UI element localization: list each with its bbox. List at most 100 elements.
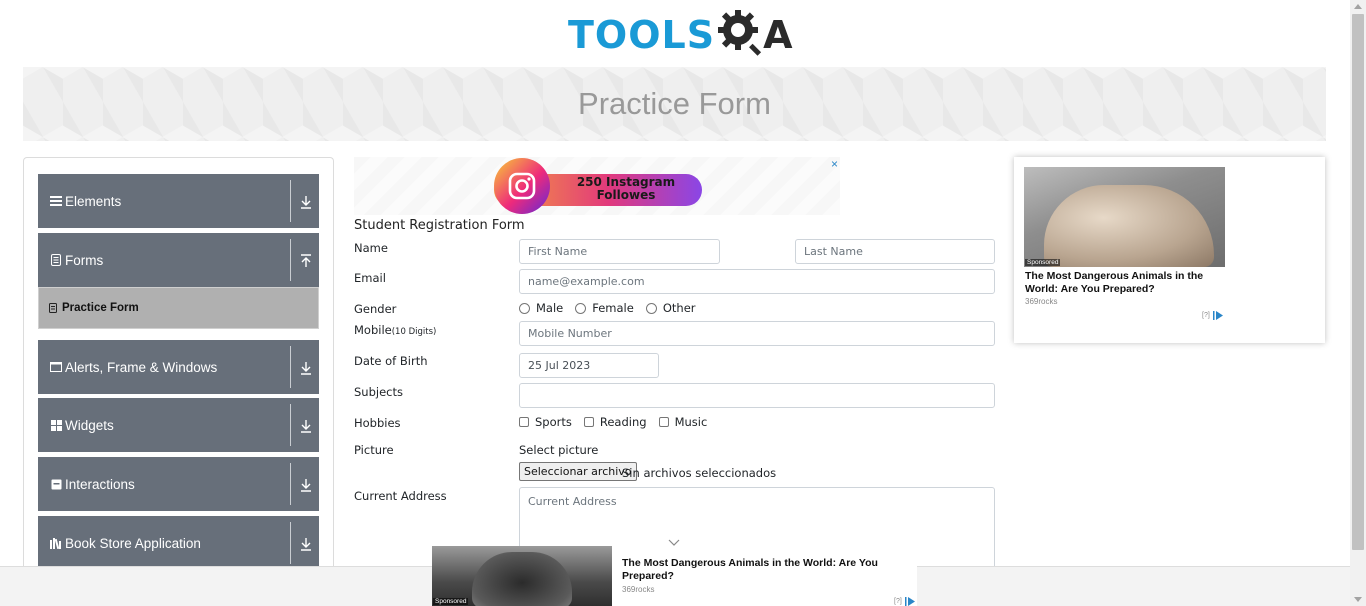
sidebar-group-label: Widgets bbox=[65, 417, 114, 433]
sidebar-item-label: Practice Form bbox=[62, 302, 139, 314]
sidebar-group-forms[interactable]: Forms bbox=[38, 233, 319, 287]
sidebar-item-practice-form[interactable]: Practice Form bbox=[38, 287, 319, 329]
subjects-input[interactable] bbox=[519, 383, 995, 408]
download-arrow-icon[interactable] bbox=[299, 418, 313, 434]
sidebar-group-book-store[interactable]: Book Store Application bbox=[38, 516, 319, 570]
instagram-icon bbox=[494, 158, 550, 214]
mobile-label: Mobile(10 Digits) bbox=[354, 323, 436, 337]
hobby-sports-option[interactable]: Sports bbox=[519, 415, 572, 429]
hamburger-icon bbox=[50, 196, 62, 206]
checkbox[interactable] bbox=[658, 417, 669, 427]
sidebar-group-interactions[interactable]: Interactions bbox=[38, 457, 319, 511]
close-icon[interactable]: × bbox=[831, 157, 838, 171]
mobile-label-text: Mobile bbox=[354, 323, 392, 337]
sidebar-group-alerts[interactable]: Alerts, Frame & Windows bbox=[38, 340, 319, 394]
divider bbox=[290, 239, 291, 281]
divider bbox=[290, 404, 291, 446]
last-name-input[interactable]: Last Name bbox=[795, 239, 995, 264]
checkbox-label: Reading bbox=[599, 415, 647, 429]
sidebar-group-label: Forms bbox=[65, 252, 104, 268]
sponsored-ad-right[interactable]: Sponsored The Most Dangerous Animals in … bbox=[1014, 157, 1325, 343]
email-label: Email bbox=[354, 271, 386, 285]
gender-other-option[interactable]: Other bbox=[645, 301, 696, 315]
sidebar-group-label: Interactions bbox=[65, 476, 135, 492]
page-banner: Practice Form bbox=[23, 67, 1326, 141]
sidebar: Elements Forms Practice Form Alerts, Fra… bbox=[23, 157, 334, 577]
subjects-label: Subjects bbox=[354, 385, 403, 399]
checkbox[interactable] bbox=[519, 417, 529, 427]
gender-female-option[interactable]: Female bbox=[575, 301, 634, 315]
download-arrow-icon[interactable] bbox=[299, 536, 313, 552]
radio-button[interactable] bbox=[645, 302, 657, 314]
checkbox-label: Sports bbox=[535, 415, 572, 429]
hobby-options: Sports Reading Music bbox=[519, 415, 719, 429]
mobile-hint: (10 Digits) bbox=[391, 327, 437, 337]
sidebar-group-widgets[interactable]: Widgets bbox=[38, 398, 319, 452]
download-arrow-icon[interactable] bbox=[299, 360, 313, 376]
sponsored-tag: Sponsored bbox=[1025, 259, 1061, 266]
checkbox[interactable] bbox=[583, 417, 594, 427]
ad-image: Sponsored bbox=[432, 546, 612, 606]
adchoices[interactable]: [?] bbox=[894, 597, 915, 606]
radio-label: Female bbox=[592, 301, 634, 315]
scroll-down-arrow-icon[interactable] bbox=[1354, 597, 1362, 602]
sidebar-group-label: Alerts, Frame & Windows bbox=[65, 359, 218, 375]
adchoices[interactable]: [?] bbox=[1202, 311, 1223, 320]
download-arrow-icon[interactable] bbox=[299, 194, 313, 210]
divider bbox=[290, 180, 291, 222]
document-icon bbox=[49, 303, 57, 313]
toolsqa-logo[interactable]: TOOLS A bbox=[568, 9, 793, 60]
first-name-input[interactable]: First Name bbox=[519, 239, 720, 264]
select-picture-label: Select picture bbox=[519, 443, 599, 457]
radio-button[interactable] bbox=[519, 302, 530, 314]
window-icon bbox=[50, 362, 62, 372]
buffalo-image bbox=[472, 552, 572, 606]
logo-suffix: A bbox=[763, 13, 793, 57]
name-label: Name bbox=[354, 241, 388, 255]
download-arrow-icon[interactable] bbox=[299, 477, 313, 493]
ad-text: 250 Instagram Followes bbox=[576, 175, 676, 202]
divider bbox=[290, 522, 291, 564]
hobbies-label: Hobbies bbox=[354, 416, 401, 430]
choose-file-button[interactable]: Seleccionar archivo bbox=[519, 462, 637, 481]
radio-label: Male bbox=[536, 301, 564, 315]
page-title: Practice Form bbox=[578, 86, 771, 121]
divider bbox=[290, 346, 291, 388]
gender-label: Gender bbox=[354, 302, 397, 316]
logo-text: TOOLS bbox=[568, 13, 716, 57]
ad-headline[interactable]: The Most Dangerous Animals in the World:… bbox=[1025, 270, 1225, 296]
sidebar-group-elements[interactable]: Elements bbox=[38, 174, 319, 228]
hippo-image bbox=[1044, 185, 1214, 267]
divider bbox=[290, 463, 291, 505]
gender-male-option[interactable]: Male bbox=[519, 301, 563, 315]
radio-label: Other bbox=[662, 301, 696, 315]
ad-source: 369rocks bbox=[622, 585, 655, 594]
hobby-reading-option[interactable]: Reading bbox=[583, 415, 647, 429]
form-title: Student Registration Form bbox=[354, 218, 525, 233]
adchoices-icon bbox=[904, 597, 915, 606]
ad-image: Sponsored bbox=[1024, 167, 1225, 267]
ad-info-text: [?] bbox=[1202, 312, 1210, 319]
email-input[interactable]: name@example.com bbox=[519, 269, 995, 294]
instagram-ad-banner[interactable]: 250 Instagram Followes × bbox=[354, 157, 840, 215]
sponsored-ad-bottom[interactable]: Sponsored The Most Dangerous Animals in … bbox=[432, 546, 917, 606]
checkbox-label: Music bbox=[674, 415, 708, 429]
scroll-up-arrow-icon[interactable] bbox=[1354, 4, 1362, 9]
upload-arrow-icon[interactable] bbox=[299, 253, 313, 269]
date-of-birth-input[interactable]: 25 Jul 2023 bbox=[519, 353, 659, 378]
sidebar-group-label: Elements bbox=[65, 193, 122, 209]
ad-headline[interactable]: The Most Dangerous Animals in the World:… bbox=[622, 557, 902, 583]
grid-icon bbox=[50, 419, 62, 431]
ad-source: 369rocks bbox=[1025, 297, 1058, 306]
sponsored-tag: Sponsored bbox=[433, 598, 469, 605]
adchoices-icon bbox=[1212, 311, 1223, 320]
gender-options: Male Female Other bbox=[519, 301, 708, 315]
hobby-music-option[interactable]: Music bbox=[658, 415, 708, 429]
picture-label: Picture bbox=[354, 443, 394, 457]
sidebar-group-label: Book Store Application bbox=[65, 535, 201, 551]
mobile-input[interactable]: Mobile Number bbox=[519, 321, 995, 346]
vertical-scrollbar[interactable] bbox=[1350, 0, 1366, 606]
square-icon bbox=[50, 479, 62, 490]
radio-button[interactable] bbox=[575, 302, 587, 314]
scrollbar-thumb[interactable] bbox=[1352, 14, 1364, 550]
